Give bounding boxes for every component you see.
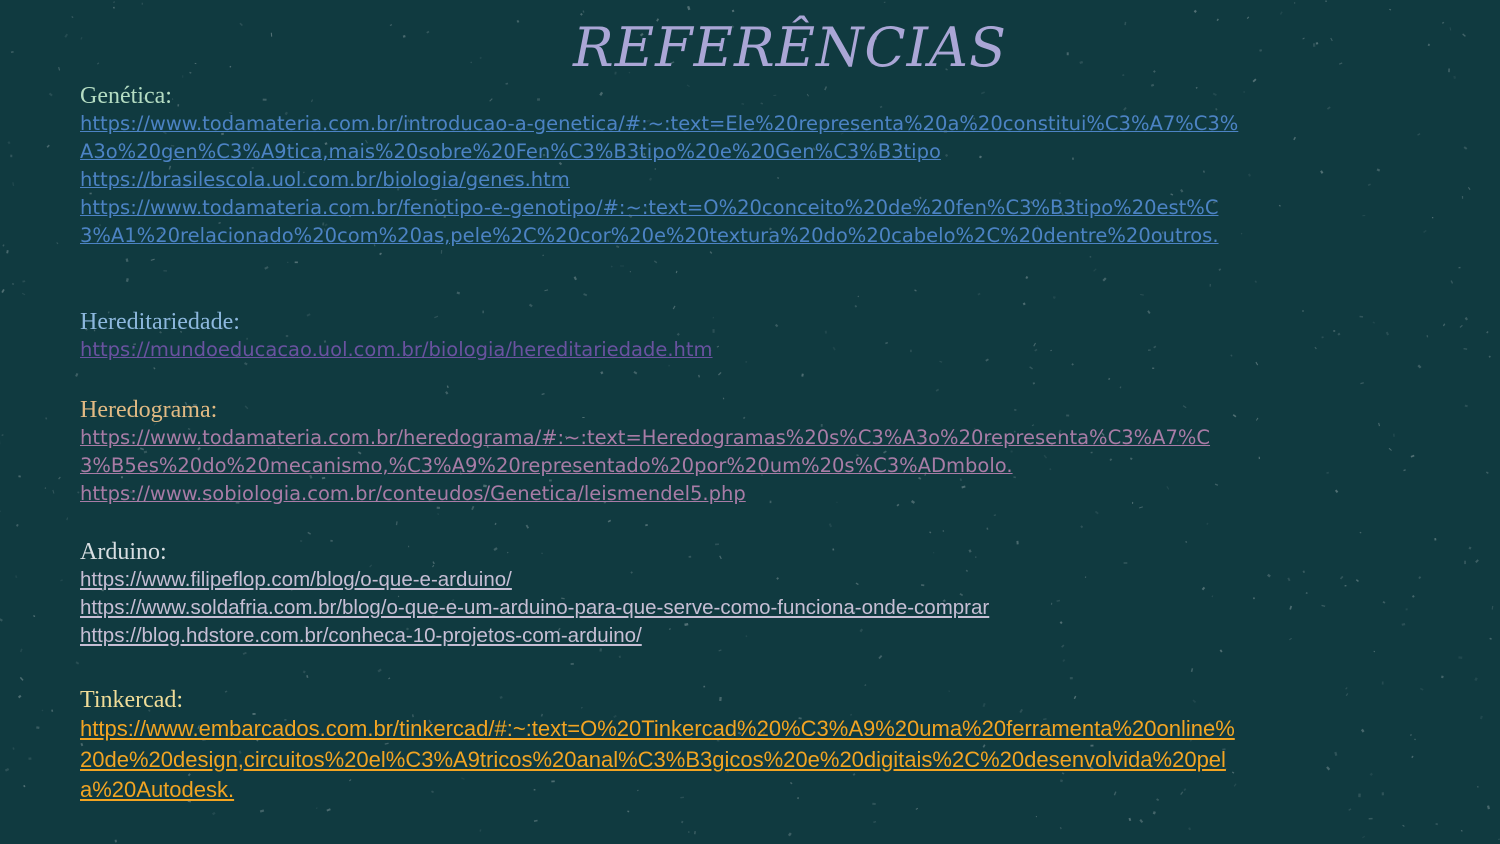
link-list-arduino: https://www.filipeflop.com/blog/o-que-e-…: [80, 566, 1240, 650]
section-arduino: Arduino: https://www.filipeflop.com/blog…: [80, 538, 1240, 650]
reference-link-genetica-3[interactable]: https://www.todamateria.com.br/fenotipo-…: [80, 194, 1240, 250]
link-list-tinkercad: https://www.embarcados.com.br/tinkercad/…: [80, 714, 1240, 806]
reference-link-heredograma-1[interactable]: https://www.todamateria.com.br/heredogra…: [80, 424, 1240, 480]
section-heading-hereditariedade: Hereditariedade:: [80, 309, 240, 335]
page-title: REFERÊNCIAS: [573, 16, 1007, 79]
reference-link-hereditariedade-1[interactable]: https://mundoeducacao.uol.com.br/biologi…: [80, 336, 1240, 364]
section-heading-genetica: Genética:: [80, 83, 172, 109]
reference-link-tinkercad-1[interactable]: https://www.embarcados.com.br/tinkercad/…: [80, 714, 1240, 806]
section-heading-heredograma: Heredograma:: [80, 397, 218, 423]
section-heading-tinkercad: Tinkercad:: [80, 687, 184, 713]
reference-link-heredograma-2[interactable]: https://www.sobiologia.com.br/conteudos/…: [80, 480, 1240, 508]
section-heredograma: Heredograma: https://www.todamateria.com…: [80, 396, 1240, 508]
section-heading-arduino: Arduino:: [80, 539, 167, 565]
reference-link-arduino-3[interactable]: https://blog.hdstore.com.br/conheca-10-p…: [80, 622, 1240, 650]
section-genetica: Genética: https://www.todamateria.com.br…: [80, 82, 1240, 250]
link-list-heredograma: https://www.todamateria.com.br/heredogra…: [80, 424, 1240, 508]
slide: REFERÊNCIAS Genética: https://www.todama…: [0, 0, 1500, 844]
link-list-genetica: https://www.todamateria.com.br/introduca…: [80, 110, 1240, 250]
reference-link-arduino-1[interactable]: https://www.filipeflop.com/blog/o-que-e-…: [80, 566, 1240, 594]
reference-link-genetica-2[interactable]: https://brasilescola.uol.com.br/biologia…: [80, 166, 1240, 194]
link-list-hereditariedade: https://mundoeducacao.uol.com.br/biologi…: [80, 336, 1240, 364]
reference-link-arduino-2[interactable]: https://www.soldafria.com.br/blog/o-que-…: [80, 594, 1240, 622]
section-tinkercad: Tinkercad: https://www.embarcados.com.br…: [80, 686, 1240, 806]
reference-link-genetica-1[interactable]: https://www.todamateria.com.br/introduca…: [80, 110, 1240, 166]
section-hereditariedade: Hereditariedade: https://mundoeducacao.u…: [80, 308, 1240, 364]
